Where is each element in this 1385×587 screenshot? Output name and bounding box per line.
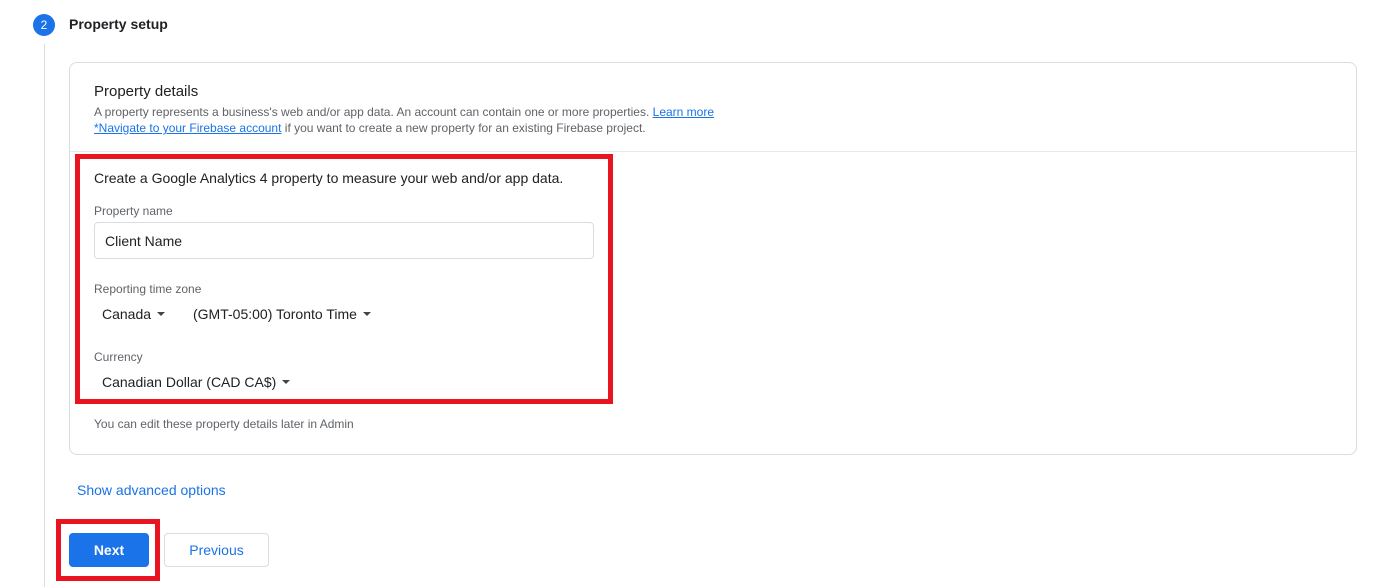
card-description: A property represents a business's web a…	[94, 104, 714, 136]
time-zone-dropdown[interactable]: (GMT-05:00) Toronto Time	[193, 306, 371, 322]
card-header: Property details A property represents a…	[70, 63, 1356, 152]
learn-more-link[interactable]: Learn more	[653, 105, 714, 119]
edit-later-note: You can edit these property details late…	[94, 417, 354, 431]
currency-value: Canadian Dollar (CAD CA$)	[102, 374, 277, 390]
caret-down-icon	[157, 312, 166, 317]
card-description-text: A property represents a business's web a…	[94, 105, 650, 119]
card-description-line-2: *Navigate to your Firebase account if yo…	[94, 120, 714, 136]
property-setup-page: 2 Property setup Property details A prop…	[0, 0, 1385, 587]
step-title: Property setup	[69, 16, 168, 32]
card-description-line-1: A property represents a business's web a…	[94, 104, 714, 120]
property-name-input[interactable]	[94, 222, 594, 259]
caret-down-icon	[362, 312, 371, 317]
step-number-badge: 2	[33, 14, 55, 36]
currency-label: Currency	[94, 350, 143, 364]
caret-down-icon	[282, 380, 291, 385]
previous-button[interactable]: Previous	[164, 533, 269, 567]
property-details-card: Property details A property represents a…	[69, 62, 1357, 455]
show-advanced-options-link[interactable]: Show advanced options	[77, 482, 226, 498]
time-zone-value: (GMT-05:00) Toronto Time	[193, 306, 357, 322]
property-name-label: Property name	[94, 204, 173, 218]
country-value: Canada	[102, 306, 152, 322]
currency-dropdown[interactable]: Canadian Dollar (CAD CA$)	[102, 374, 291, 390]
next-button[interactable]: Next	[69, 533, 149, 567]
firebase-description-text: if you want to create a new property for…	[281, 121, 646, 135]
time-zone-label: Reporting time zone	[94, 282, 202, 296]
firebase-account-link[interactable]: *Navigate to your Firebase account	[94, 121, 281, 135]
country-dropdown[interactable]: Canada	[102, 306, 166, 322]
card-title: Property details	[94, 83, 199, 100]
intro-text: Create a Google Analytics 4 property to …	[94, 170, 564, 186]
step-connector-line	[44, 44, 45, 587]
